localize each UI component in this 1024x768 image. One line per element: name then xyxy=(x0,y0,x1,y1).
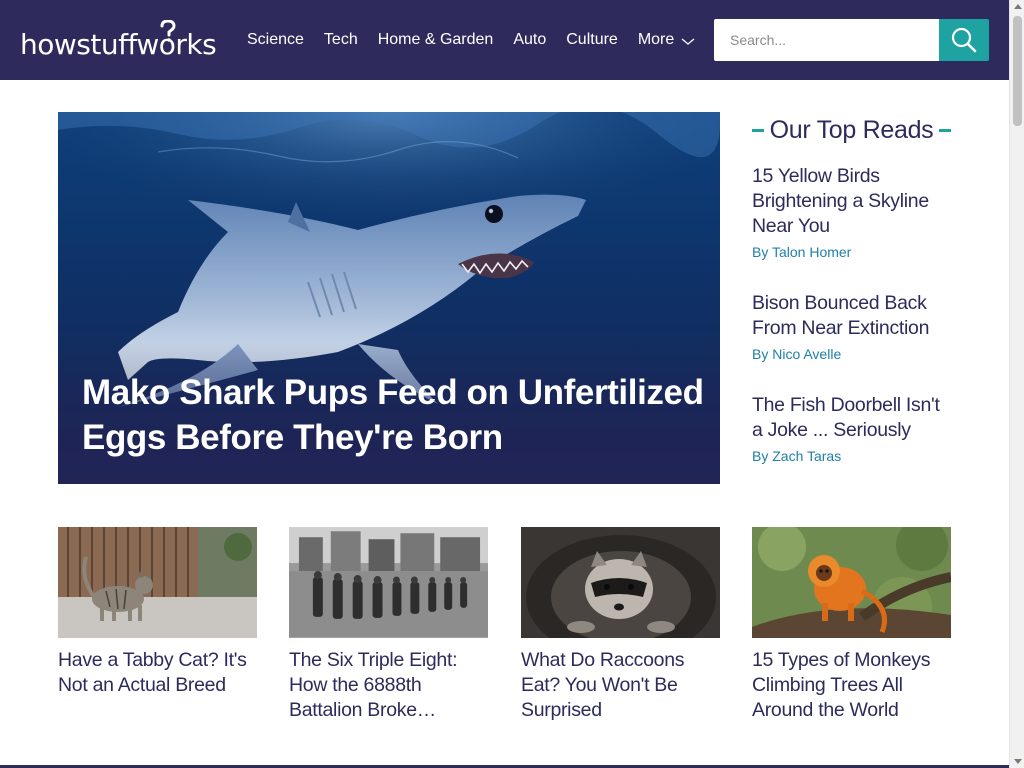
card-title[interactable]: 15 Types of Monkeys Climbing Trees All A… xyxy=(752,648,951,723)
nav-tech[interactable]: Tech xyxy=(324,31,358,49)
card-title[interactable]: The Six Triple Eight: How the 6888th Bat… xyxy=(289,648,488,723)
top-read-item[interactable]: The Fish Doorbell Isn't a Joke ... Serio… xyxy=(752,393,951,465)
logo-wordmark: howstuffworks xyxy=(20,28,217,61)
hero-article[interactable]: Mako Shark Pups Feed on Unfertilized Egg… xyxy=(58,112,720,484)
nav-more[interactable]: More xyxy=(638,31,695,49)
heading-dash-right xyxy=(938,128,951,132)
top-read-item[interactable]: Bison Bounced Back From Near Extinction … xyxy=(752,291,951,363)
top-read-author[interactable]: By Talon Homer xyxy=(752,243,951,261)
site-header: howstuffworks Science Tech Home & Garden… xyxy=(0,0,1009,80)
top-read-item[interactable]: 15 Yellow Birds Brightening a Skyline Ne… xyxy=(752,164,951,261)
card-image-battalion xyxy=(289,527,488,638)
nav-home-garden[interactable]: Home & Garden xyxy=(378,31,494,49)
top-read-title[interactable]: The Fish Doorbell Isn't a Joke ... Serio… xyxy=(752,393,951,443)
main-nav: Science Tech Home & Garden Auto Culture … xyxy=(247,0,695,80)
search-button[interactable] xyxy=(939,19,989,61)
hero-title[interactable]: Mako Shark Pups Feed on Unfertilized Egg… xyxy=(82,370,712,460)
heading-dash-left xyxy=(752,128,764,132)
scroll-up-arrow-icon[interactable] xyxy=(1014,4,1022,9)
top-reads-section: Our Top Reads 15 Yellow Birds Brightenin… xyxy=(752,112,951,464)
nav-more-label: More xyxy=(637,31,675,48)
logo-question-mark-icon xyxy=(160,20,176,42)
top-read-title[interactable]: 15 Yellow Birds Brightening a Skyline Ne… xyxy=(752,164,951,239)
scroll-down-arrow-icon[interactable] xyxy=(1014,759,1022,764)
search-input[interactable] xyxy=(714,19,939,61)
article-card-six-triple-eight[interactable]: The Six Triple Eight: How the 6888th Bat… xyxy=(289,527,488,723)
nav-science[interactable]: Science xyxy=(247,31,304,49)
nav-culture[interactable]: Culture xyxy=(566,31,618,49)
page-scrollbar[interactable] xyxy=(1009,0,1024,768)
chevron-down-icon xyxy=(681,38,695,45)
card-image-monkey xyxy=(752,527,951,638)
card-title[interactable]: What Do Raccoons Eat? You Won't Be Surpr… xyxy=(521,648,720,723)
search-icon xyxy=(951,27,977,53)
top-read-author[interactable]: By Nico Avelle xyxy=(752,345,951,363)
top-read-title[interactable]: Bison Bounced Back From Near Extinction xyxy=(752,291,951,341)
card-image-cat xyxy=(58,527,257,638)
top-read-author[interactable]: By Zach Taras xyxy=(752,447,951,465)
card-title[interactable]: Have a Tabby Cat? It's Not an Actual Bre… xyxy=(58,648,257,698)
top-reads-heading: Our Top Reads xyxy=(769,115,934,144)
site-logo[interactable]: howstuffworks xyxy=(20,20,217,61)
card-image-raccoon xyxy=(521,527,720,638)
scrollbar-thumb[interactable] xyxy=(1013,16,1022,126)
article-card-tabby-cat[interactable]: Have a Tabby Cat? It's Not an Actual Bre… xyxy=(58,527,257,698)
top-reads-header: Our Top Reads xyxy=(752,112,951,148)
nav-auto[interactable]: Auto xyxy=(513,31,546,49)
article-card-raccoons[interactable]: What Do Raccoons Eat? You Won't Be Surpr… xyxy=(521,527,720,723)
article-card-monkeys[interactable]: 15 Types of Monkeys Climbing Trees All A… xyxy=(752,527,951,723)
